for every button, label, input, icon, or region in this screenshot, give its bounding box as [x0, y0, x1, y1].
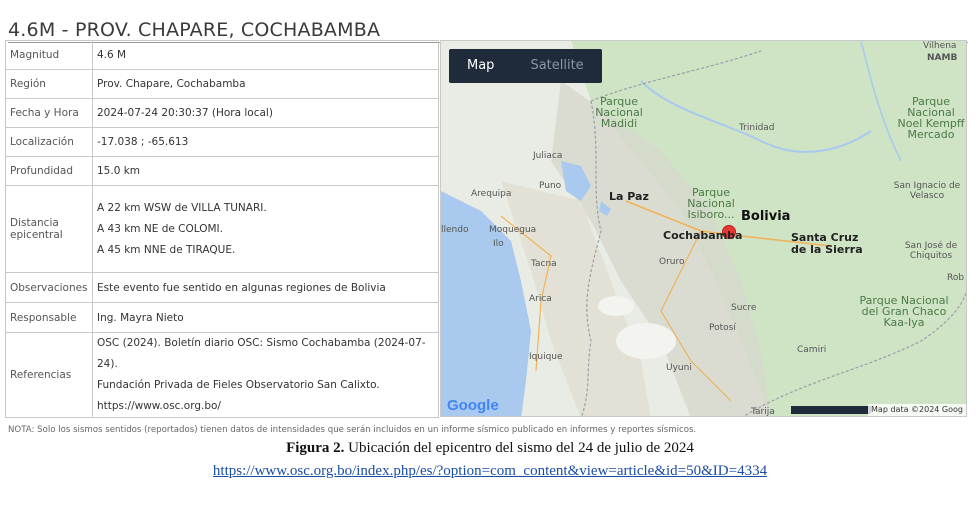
- map-label: Parque Nacional Isiboro...: [687, 186, 735, 221]
- row-key: Profundidad: [5, 156, 93, 186]
- map-label: Parque Nacional Noel Kempff Mercado: [897, 95, 965, 141]
- map-label: Arequipa: [471, 189, 512, 199]
- table-row: Región Prov. Chapare, Cochabamba: [5, 69, 439, 99]
- map-label: Moquegua: [489, 225, 537, 235]
- row-value: A 22 km WSW de VILLA TUNARI. A 43 km NE …: [92, 185, 439, 273]
- map-label: Tarija: [751, 407, 775, 417]
- table-row: Distancia epicentral A 22 km WSW de VILL…: [5, 185, 439, 273]
- map-label: Puno: [539, 181, 562, 191]
- row-value: 15.0 km: [92, 156, 439, 186]
- table-row: Fecha y Hora 2024-07-24 20:30:37 (Hora l…: [5, 98, 439, 128]
- row-value: 2024-07-24 20:30:37 (Hora local): [92, 98, 439, 128]
- row-value: Prov. Chapare, Cochabamba: [92, 69, 439, 99]
- distance-line: A 22 km WSW de VILLA TUNARI.: [97, 201, 267, 214]
- source-link[interactable]: https://www.osc.org.bo/index.php/es/?opt…: [0, 463, 980, 480]
- row-key: Localización: [5, 127, 93, 157]
- map-type-switch[interactable]: Map Satellite: [449, 49, 602, 83]
- map-label: Parque Nacional Madidi: [595, 95, 643, 130]
- map-label: llendo: [441, 225, 469, 235]
- figure-label: Figura 2.: [286, 440, 345, 456]
- event-info-table: Magnitud 4.6 M Región Prov. Chapare, Coc…: [5, 40, 439, 418]
- row-key: Región: [5, 69, 93, 99]
- row-key: Fecha y Hora: [5, 98, 93, 128]
- map-label: NAMB: [927, 53, 958, 63]
- footnote: NOTA: Solo los sismos sentidos (reportad…: [8, 425, 697, 435]
- map-label: Vilhena: [923, 41, 957, 51]
- map-label: San José de Chiquitos: [904, 241, 958, 261]
- table-row: Magnitud 4.6 M: [5, 40, 439, 70]
- distance-line: A 43 km NE de COLOMI.: [97, 222, 223, 235]
- map-label: Uyuni: [666, 363, 692, 373]
- row-value: -17.038 ; -65.613: [92, 127, 439, 157]
- reference-line[interactable]: https://www.osc.org.bo/: [97, 396, 438, 417]
- map-attribution: Map data ©2024 Goog: [868, 404, 966, 416]
- figure-text: Ubicación del epicentro del sismo del 24…: [344, 440, 694, 456]
- table-row: Localización -17.038 ; -65.613: [5, 127, 439, 157]
- map-label: Arica: [529, 294, 552, 304]
- map-label: Iquique: [529, 352, 563, 362]
- row-value: Este evento fue sentido en algunas regio…: [92, 272, 439, 303]
- row-key: Responsable: [5, 302, 93, 333]
- map-label: Oruro: [659, 257, 685, 267]
- google-logo: Google: [447, 397, 499, 414]
- figure-caption: Figura 2. Ubicación del epicentro del si…: [0, 440, 980, 457]
- map-label: Parque Nacional del Gran Chaco Kaa-Iya: [859, 294, 949, 329]
- table-row: Observaciones Este evento fue sentido en…: [5, 272, 439, 303]
- map-tab[interactable]: Map: [449, 49, 512, 83]
- row-key: Magnitud: [5, 40, 93, 70]
- map-label: Trinidad: [739, 123, 775, 133]
- row-value: 4.6 M: [92, 40, 439, 70]
- reference-line: Fundación Privada de Fieles Observatorio…: [97, 379, 380, 391]
- table-row: Referencias OSC (2024). Boletín diario O…: [5, 332, 439, 418]
- map-label: Bolivia: [741, 209, 791, 224]
- map-label: Potosí: [709, 323, 736, 333]
- map-label: Cochabamba: [663, 229, 743, 242]
- map-label: Ilo: [493, 239, 504, 249]
- row-value: OSC (2024). Boletín diario OSC: Sismo Co…: [92, 332, 439, 418]
- row-key: Distancia epicentral: [5, 185, 93, 273]
- map-label: San Ignacio de Velasco: [893, 181, 961, 201]
- epicenter-map[interactable]: Map Satellite Vilhena NAMB Parque Nacion…: [440, 40, 967, 417]
- map-label: Santa Cruz de la Sierra: [791, 231, 863, 256]
- map-label: La Paz: [609, 190, 649, 203]
- table-row: Responsable Ing. Mayra Nieto: [5, 302, 439, 333]
- distance-line: A 45 km NNE de TIRAQUE.: [97, 243, 236, 256]
- keyboard-shortcuts-bar[interactable]: [791, 406, 871, 414]
- map-label: Sucre: [731, 303, 757, 313]
- map-label: Tacna: [531, 259, 557, 269]
- satellite-tab[interactable]: Satellite: [512, 49, 601, 83]
- reference-line: OSC (2024). Boletín diario OSC: Sismo Co…: [97, 337, 426, 370]
- map-label: Camiri: [797, 345, 827, 355]
- row-key: Observaciones: [5, 272, 93, 303]
- row-value: Ing. Mayra Nieto: [92, 302, 439, 333]
- map-label: Juliaca: [533, 151, 563, 161]
- map-label: Rob: [947, 273, 965, 283]
- table-row: Profundidad 15.0 km: [5, 156, 439, 186]
- row-key: Referencias: [5, 332, 93, 418]
